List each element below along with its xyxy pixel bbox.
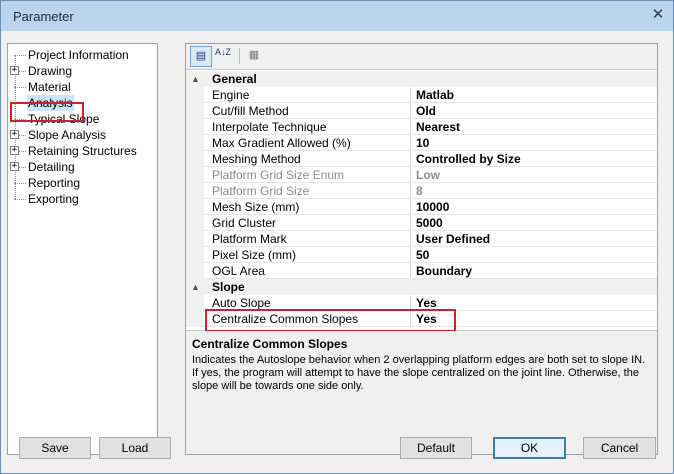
tree-item-label: Material [28, 80, 71, 94]
property-list: ▲ General Engine Matlab Cut/fill Method Old In… [186, 69, 657, 332]
property-row-grid-cluster[interactable]: Grid Cluster 5000 [186, 215, 657, 231]
property-name: Grid Cluster [204, 215, 411, 231]
row-gutter [186, 167, 204, 183]
expand-icon[interactable]: + [10, 146, 19, 155]
property-name: Mesh Size (mm) [204, 199, 411, 215]
default-button[interactable]: Default [400, 437, 472, 459]
row-gutter [186, 247, 204, 263]
save-button[interactable]: Save [19, 437, 91, 459]
description-title: Centralize Common Slopes [192, 337, 348, 351]
collapse-icon[interactable]: ▲ [191, 71, 200, 87]
property-row-platform-grid-size[interactable]: Platform Grid Size 8 [186, 183, 657, 199]
property-value: Low [412, 167, 657, 183]
property-row-interpolate-technique[interactable]: Interpolate Technique Nearest [186, 119, 657, 135]
property-row-ogl-area[interactable]: OGL Area Boundary [186, 263, 657, 279]
tree-connector-line [15, 55, 16, 199]
property-pages-icon[interactable]: ▦ [243, 46, 265, 67]
alphabetical-sort-icon[interactable]: A↓Z [212, 46, 234, 67]
property-row-cut-fill-method[interactable]: Cut/fill Method Old [186, 103, 657, 119]
property-name: Max Gradient Allowed (%) [204, 135, 411, 151]
tree-item-label: Reporting [28, 176, 81, 190]
property-value: 8 [412, 183, 657, 199]
property-value[interactable]: Nearest [412, 119, 657, 135]
property-row-platform-grid-size-enum[interactable]: Platform Grid Size Enum Low [186, 167, 657, 183]
property-name: Engine [204, 87, 411, 103]
tree-item-label: Drawing [28, 64, 73, 78]
categorized-view-icon[interactable]: ▤ [190, 46, 212, 67]
property-name: Platform Mark [204, 231, 411, 247]
property-row-max-gradient-allowed[interactable]: Max Gradient Allowed (%) 10 [186, 135, 657, 151]
property-name: Pixel Size (mm) [204, 247, 411, 263]
row-gutter [186, 151, 204, 167]
tree-item-label: Retaining Structures [28, 144, 137, 158]
property-row-mesh-size-mm[interactable]: Mesh Size (mm) 10000 [186, 199, 657, 215]
description-text: Indicates the Autoslope behavior when 2 … [192, 354, 646, 392]
row-gutter [186, 135, 204, 151]
property-name: OGL Area [204, 263, 411, 279]
property-row-platform-mark[interactable]: Platform Mark User Defined [186, 231, 657, 247]
category-general[interactable]: ▲ General [186, 71, 657, 87]
tree-item-label: Detailing [28, 160, 75, 174]
centralize-highlight-box [205, 309, 456, 332]
expand-icon[interactable]: + [10, 130, 19, 139]
property-value[interactable]: Matlab [412, 87, 657, 103]
window-title: Parameter [13, 9, 74, 24]
property-name: Platform Grid Size [204, 183, 411, 199]
property-value[interactable]: 10000 [412, 199, 657, 215]
property-value[interactable]: 10 [412, 135, 657, 151]
row-gutter [186, 103, 204, 119]
row-gutter [186, 215, 204, 231]
property-value[interactable]: Old [412, 103, 657, 119]
tree-item-label: Project Information [28, 48, 129, 62]
row-gutter [186, 311, 204, 327]
title-bar: Parameter ✕ [1, 1, 673, 31]
expand-icon[interactable]: + [10, 66, 19, 75]
property-row-engine[interactable]: Engine Matlab [186, 87, 657, 103]
description-panel: Centralize Common Slopes Indicates the A… [186, 331, 657, 454]
property-row-meshing-method[interactable]: Meshing Method Controlled by Size [186, 151, 657, 167]
tree-branch-line [14, 55, 26, 56]
toolbar-separator [239, 48, 240, 64]
property-name: Platform Grid Size Enum [204, 167, 411, 183]
cancel-button[interactable]: Cancel [583, 437, 656, 459]
tree-branch-line [14, 87, 26, 88]
category-slope[interactable]: ▲ Slope [186, 279, 657, 295]
close-icon[interactable]: ✕ [649, 6, 667, 24]
row-gutter [186, 87, 204, 103]
tree-branch-line [14, 183, 26, 184]
property-value[interactable]: 50 [412, 247, 657, 263]
property-grid: ▤ A↓Z ▦ ▲ General Engine Matlab Cut/fill Met… [185, 43, 658, 455]
row-gutter [186, 199, 204, 215]
property-value[interactable]: Controlled by Size [412, 151, 657, 167]
tree-branch-line [14, 199, 26, 200]
property-value[interactable]: User Defined [412, 231, 657, 247]
row-gutter [186, 119, 204, 135]
property-name: Meshing Method [204, 151, 411, 167]
property-row-pixel-size-mm[interactable]: Pixel Size (mm) 50 [186, 247, 657, 263]
expand-icon[interactable]: + [10, 162, 19, 171]
property-name: Cut/fill Method [204, 103, 411, 119]
dialog-body: Project Information + Drawing Material Analy… [1, 31, 673, 473]
row-gutter [186, 231, 204, 247]
analysis-highlight-box [10, 102, 84, 122]
row-gutter [186, 263, 204, 279]
collapse-icon[interactable]: ▲ [191, 279, 200, 295]
property-value[interactable]: Boundary [412, 263, 657, 279]
property-grid-toolbar: ▤ A↓Z ▦ [186, 44, 657, 69]
tree-item-label: Slope Analysis [28, 128, 107, 142]
property-name: Interpolate Technique [204, 119, 411, 135]
property-value[interactable]: 5000 [412, 215, 657, 231]
load-button[interactable]: Load [99, 437, 171, 459]
category-name: Slope [212, 280, 245, 294]
row-gutter [186, 183, 204, 199]
tree-item-label: Exporting [28, 192, 79, 206]
category-name: General [212, 72, 257, 86]
category-tree: Project Information + Drawing Material Analy… [7, 43, 158, 455]
row-gutter [186, 295, 204, 311]
parameter-dialog: Parameter ✕ Project Information + Drawing M… [0, 0, 674, 474]
ok-button[interactable]: OK [493, 437, 566, 459]
